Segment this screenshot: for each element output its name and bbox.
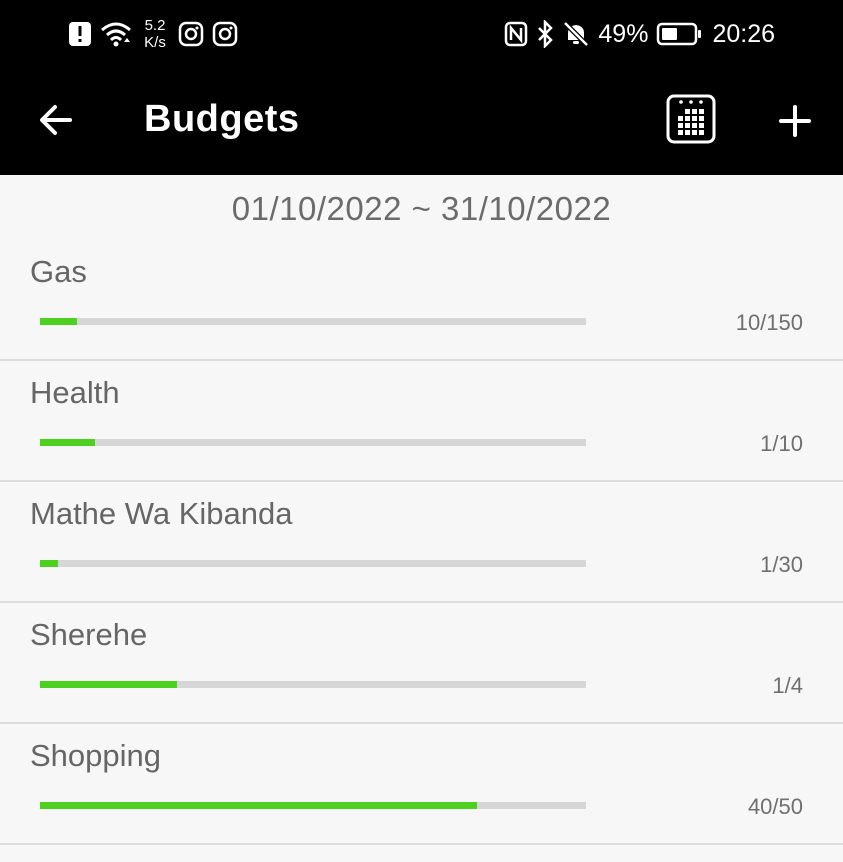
bell-muted-icon: [562, 20, 590, 48]
budget-value: 10/150: [735, 310, 803, 335]
status-bar-left: 5.2 K/s: [68, 14, 238, 54]
budget-row[interactable]: Sherehe 1/4: [0, 603, 843, 724]
budget-value: 40/50: [747, 794, 803, 819]
budget-value: 1/10: [760, 431, 803, 456]
alert-icon: [68, 21, 92, 47]
budget-progress-fill: [40, 560, 59, 567]
budget-progress-track: [40, 439, 586, 446]
network-speed: 5.2 K/s: [140, 17, 170, 51]
arrow-left-icon: [40, 105, 72, 135]
budget-row[interactable]: Shopping 40/50: [0, 724, 843, 845]
date-range-label: 01/10/2022 ~ 31/10/2022: [231, 190, 612, 227]
budget-progress-track: [40, 681, 586, 688]
plus-icon: [779, 105, 811, 137]
clock: 20:26: [712, 19, 775, 48]
budget-progress-fill: [40, 681, 177, 688]
status-bar: 5.2 K/s 49% 20:26: [0, 0, 843, 64]
budget-name: Shopping: [30, 738, 162, 773]
budget-progress-track: [40, 802, 586, 809]
budget-value: 1/4: [772, 673, 803, 698]
add-budget-button[interactable]: [776, 102, 814, 140]
app-bar: Budgets: [0, 64, 843, 175]
budget-progress-fill: [40, 439, 95, 446]
instagram-icon: [212, 21, 238, 47]
bluetooth-icon: [536, 20, 554, 48]
budget-progress-track: [40, 318, 586, 325]
page-title: Budgets: [144, 98, 300, 140]
network-speed-unit: K/s: [144, 34, 166, 51]
budget-row[interactable]: Health 1/10: [0, 361, 843, 482]
back-button[interactable]: [38, 102, 74, 138]
budget-row[interactable]: Gas 10/150: [0, 240, 843, 361]
budget-name: Sherehe: [30, 617, 148, 652]
budget-progress-track: [40, 560, 586, 567]
budget-progress-fill: [40, 318, 77, 325]
budget-name: Gas: [30, 254, 87, 289]
date-range-button[interactable]: [666, 94, 716, 144]
budget-name: Health: [30, 375, 120, 410]
budget-row[interactable]: Mathe Wa Kibanda 1/30: [0, 482, 843, 603]
battery-icon: [656, 21, 704, 47]
wifi-icon: [100, 20, 132, 48]
budget-progress-fill: [40, 802, 477, 809]
network-speed-value: 5.2: [144, 17, 166, 34]
calendar-icon: [666, 94, 716, 144]
nfc-icon: [504, 21, 528, 47]
instagram-icon: [178, 21, 204, 47]
battery-percentage: 49%: [598, 19, 649, 48]
budget-name: Mathe Wa Kibanda: [30, 496, 293, 531]
status-bar-right: 49% 20:26: [504, 14, 775, 54]
budget-value: 1/30: [760, 552, 803, 577]
budget-list: Gas 10/150 Health 1/10 Mathe Wa Kibanda 1/30 S…: [0, 240, 843, 845]
